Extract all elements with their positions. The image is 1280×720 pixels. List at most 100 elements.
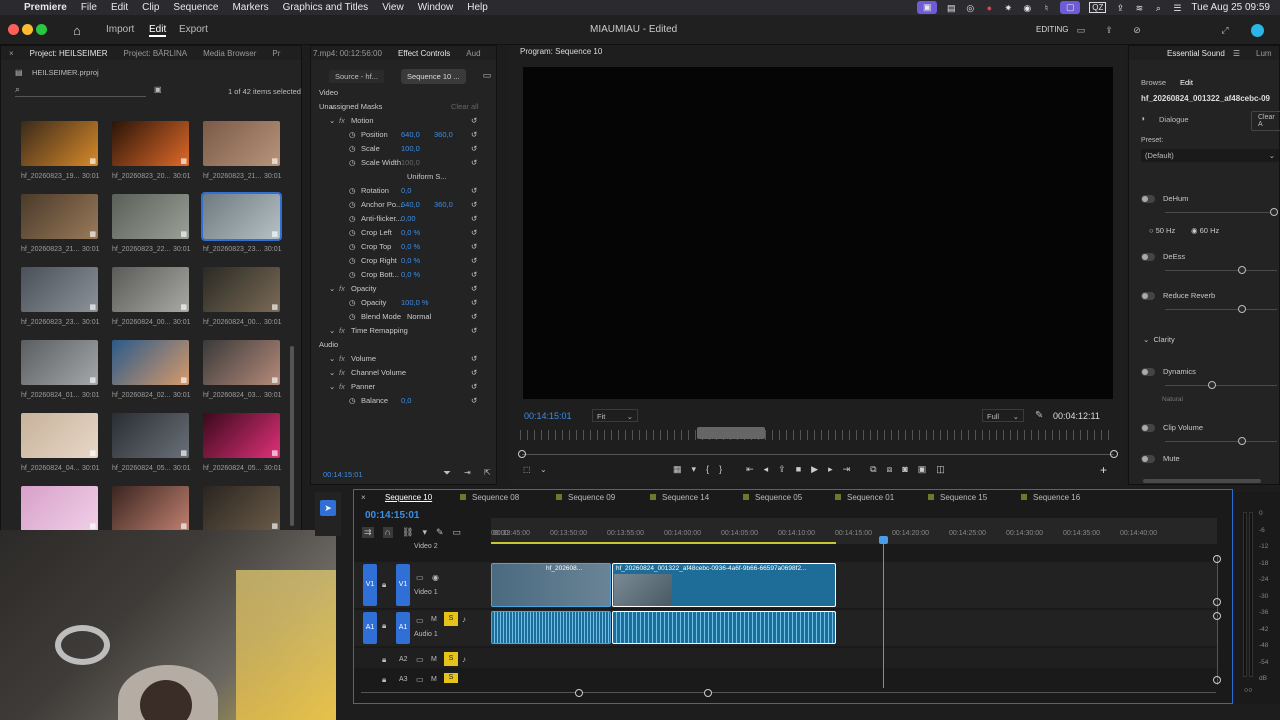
vertical-zoom-handle-top[interactable] xyxy=(1213,555,1221,563)
chevron-down-icon[interactable]: ⌄ xyxy=(329,284,335,293)
sync-lock-icon[interactable]: ▭ xyxy=(416,616,424,625)
target-a1[interactable]: A1 xyxy=(396,612,410,644)
reset-icon[interactable]: ↺ xyxy=(471,214,477,223)
effect-value[interactable]: 0,0 % xyxy=(401,242,420,251)
reverb-slider[interactable] xyxy=(1165,309,1277,310)
qz-badge[interactable]: QZ xyxy=(1089,2,1107,13)
tab-export[interactable]: Export xyxy=(179,24,208,35)
effect-row[interactable]: ◷ Scale Width 100,0 ↺ xyxy=(311,156,483,170)
target-v1[interactable]: V1 xyxy=(396,564,410,606)
camera-icon[interactable]: ◙ xyxy=(902,464,907,475)
fx-icon[interactable]: fx xyxy=(339,116,345,125)
tab-sequence-01[interactable]: Sequence 01 xyxy=(835,493,894,502)
minimize-window-button[interactable] xyxy=(22,24,33,35)
mark-out-icon[interactable]: } xyxy=(719,464,722,475)
media-thumbnail[interactable]: ▦ xyxy=(112,486,189,531)
effect-row[interactable]: ⌄ fx Volume ↺ xyxy=(311,352,483,366)
menu-help[interactable]: Help xyxy=(467,2,488,13)
vertical-zoom-handle-mid[interactable] xyxy=(1213,598,1221,606)
solo-button[interactable]: S xyxy=(444,673,458,683)
brightness-icon[interactable]: ✷ xyxy=(1003,3,1013,13)
reset-icon[interactable]: ↺ xyxy=(471,298,477,307)
zoom-bar[interactable] xyxy=(697,427,765,439)
mic-icon[interactable]: ♪ xyxy=(462,615,466,624)
tab-essential-sound[interactable]: Essential Sound xyxy=(1159,49,1233,58)
tab-sequence-10[interactable]: Sequence 10 xyxy=(385,493,432,502)
video-clip-b[interactable]: hf_20260824_001322_af48cebc-0936-4a6f-9b… xyxy=(612,563,836,607)
stopwatch-icon[interactable]: ◷ xyxy=(349,298,356,307)
menu-file[interactable]: File xyxy=(81,2,97,13)
reset-icon[interactable]: ↺ xyxy=(471,256,477,265)
source-patch-a1[interactable]: A1 xyxy=(363,612,377,644)
workspaces-icon[interactable]: ▭ xyxy=(1076,25,1086,35)
tab-edit-sound[interactable]: Edit xyxy=(1180,78,1193,87)
reset-icon[interactable]: ↺ xyxy=(471,312,477,321)
nest-toggle-icon[interactable]: ⇉ xyxy=(362,527,374,538)
tab-more[interactable]: Pr xyxy=(264,49,288,58)
reverb-slider-knob[interactable] xyxy=(1238,305,1246,313)
fx-icon[interactable]: fx xyxy=(339,368,345,377)
effect-row[interactable]: ⌄ Unassigned Masks Clear all xyxy=(311,100,483,114)
add-marker-icon[interactable]: ▾ xyxy=(422,527,427,538)
timeline-ruler[interactable]: 00:00 00:13:45:00 00:13:50:00 00:13:55:00 00… xyxy=(491,518,1217,544)
stop-icon[interactable]: ■ xyxy=(796,464,801,475)
lock-icon[interactable]: 🔒︎ xyxy=(382,580,386,590)
meter-solo-icon[interactable]: ○○ xyxy=(1244,687,1252,694)
tab-import[interactable]: Import xyxy=(106,24,134,35)
reset-icon[interactable]: ↺ xyxy=(471,228,477,237)
reset-icon[interactable]: ↺ xyxy=(471,354,477,363)
reset-icon[interactable]: ↺ xyxy=(471,368,477,377)
stopwatch-icon[interactable]: ◷ xyxy=(349,256,356,265)
dynamics-slider[interactable] xyxy=(1165,385,1277,386)
quality-dropdown[interactable]: Full ⌄ xyxy=(982,409,1024,422)
menu-view[interactable]: View xyxy=(382,2,404,13)
effect-row[interactable]: ⌄ fx Time Remapping ↺ xyxy=(311,324,483,338)
dynamics-slider-knob[interactable] xyxy=(1208,381,1216,389)
settings-wrench-icon[interactable]: ✎ xyxy=(1035,410,1043,421)
tab-project-heilseimer[interactable]: Project: HEILSEIMER xyxy=(22,49,116,58)
media-thumbnail[interactable]: ▦ xyxy=(201,192,282,241)
scroll-start-handle[interactable] xyxy=(518,450,526,458)
media-thumbnail[interactable]: ▦ xyxy=(21,194,98,239)
reset-icon[interactable]: ↺ xyxy=(471,130,477,139)
lift-icon[interactable]: ⇪ xyxy=(778,464,786,475)
mute-row[interactable]: Mute xyxy=(1141,454,1180,464)
media-thumbnail[interactable]: ▦ xyxy=(112,340,189,385)
clarity-section[interactable]: ⌄ Clarity xyxy=(1143,335,1175,344)
dehum-slider-knob[interactable] xyxy=(1270,208,1278,216)
effect-value-second[interactable]: 360,0 xyxy=(434,130,453,139)
effect-row[interactable]: ◷ Crop Right 0,0 % ↺ xyxy=(311,254,483,268)
playhead-handle[interactable] xyxy=(879,536,888,544)
program-title[interactable]: Program: Sequence 10 xyxy=(520,47,602,56)
bin-icon[interactable]: ▣ xyxy=(154,85,162,94)
media-thumbnail[interactable]: ▦ xyxy=(21,121,98,166)
stopwatch-icon[interactable]: ◷ xyxy=(349,242,356,251)
media-thumbnail[interactable]: ▦ xyxy=(21,413,98,458)
effect-value[interactable]: 0,0 % xyxy=(401,270,420,279)
mute-button[interactable]: M xyxy=(431,616,437,623)
deess-slider-knob[interactable] xyxy=(1238,266,1246,274)
monitor-scrollbar[interactable] xyxy=(522,454,1114,455)
timeline-settings-icon[interactable]: ✎ xyxy=(436,527,444,538)
tab-project-barlina[interactable]: Project: BÄRLINA xyxy=(115,49,195,58)
effect-value[interactable]: Normal xyxy=(407,312,431,321)
hz-50-option[interactable]: ○ 50 Hz xyxy=(1149,226,1175,235)
menu-graphics[interactable]: Graphics and Titles xyxy=(283,2,369,13)
reverb-toggle[interactable] xyxy=(1141,292,1155,301)
scroll-left-handle[interactable] xyxy=(575,689,583,697)
tab-sequence-08[interactable]: Sequence 08 xyxy=(460,493,519,502)
step-forward-icon[interactable]: ▸ xyxy=(828,464,833,475)
clip-volume-row[interactable]: Clip Volume xyxy=(1141,423,1203,433)
window-icon[interactable]: ▢ xyxy=(1060,1,1081,14)
mute-button[interactable]: M xyxy=(431,656,437,663)
dehum-row[interactable]: DeHum xyxy=(1141,194,1188,204)
reset-icon[interactable]: ↺ xyxy=(471,242,477,251)
media-thumbnail[interactable]: ▦ xyxy=(112,413,189,458)
timeline-toggle-icon[interactable]: ▭ xyxy=(482,70,492,80)
tab-lumetri[interactable]: Lum xyxy=(1248,49,1280,58)
project-search-input[interactable]: ⌕ xyxy=(15,84,146,97)
user-avatar[interactable] xyxy=(1251,24,1264,37)
timeline-timecode[interactable]: 00:14:15:01 xyxy=(365,510,419,521)
scroll-end-handle[interactable] xyxy=(1110,450,1118,458)
vertical-zoom-track[interactable] xyxy=(1217,555,1218,685)
